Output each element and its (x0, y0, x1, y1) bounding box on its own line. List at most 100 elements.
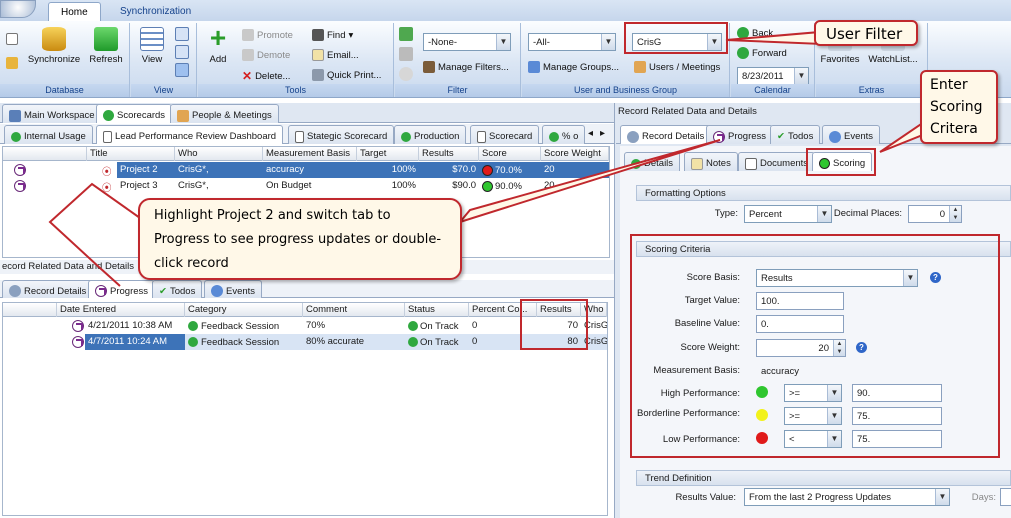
synchronize-button[interactable]: Synchronize (24, 27, 84, 65)
view-button[interactable]: View (135, 27, 169, 65)
back-button[interactable]: Back (737, 27, 773, 39)
column-header[interactable]: Measurement Basis (263, 147, 357, 161)
column-header[interactable]: Score Weight (541, 147, 609, 161)
new-icon[interactable] (6, 33, 18, 45)
user-icon (634, 61, 646, 73)
add-button[interactable]: + Add (202, 24, 234, 66)
tab-percent[interactable]: % o (542, 125, 586, 144)
status-green-icon (408, 337, 418, 347)
cell-results: $90.0 (452, 180, 476, 191)
filter-icon (423, 61, 435, 73)
target-icon: ⦿ (102, 167, 112, 178)
manage-filters-button[interactable]: Manage Filters... (423, 61, 509, 73)
tab-todos[interactable]: ✔ Todos (770, 125, 821, 144)
grid-header: Date Entered Category Comment Status Per… (3, 303, 607, 317)
formatting-section-title: Formatting Options (636, 185, 1011, 201)
tab-events[interactable]: Events (204, 280, 263, 298)
filter-clear-icon[interactable] (399, 47, 413, 61)
calendar-view-icon[interactable] (175, 27, 189, 41)
cell-status: On Track (405, 318, 469, 334)
tab-record-details[interactable]: Record Details (2, 280, 94, 298)
chevron-down-icon: ▼ (601, 34, 615, 50)
database-icon (42, 27, 66, 51)
list-view-icon[interactable] (175, 45, 189, 59)
tab-record-details[interactable]: Record Details (620, 125, 712, 144)
tab-main-workspace[interactable]: Main Workspace (2, 104, 102, 123)
email-icon (312, 49, 324, 61)
chevron-down-icon: ▼ (935, 489, 949, 505)
results-value-combo[interactable]: From the last 2 Progress Updates ▼ (744, 488, 950, 506)
table-row[interactable]: 4/21/2011 10:38 AM Feedback Session 70% … (3, 318, 607, 334)
cell-score: 70.0% (479, 162, 541, 178)
tab-internal-usage[interactable]: Internal Usage (4, 125, 93, 144)
tab-progress[interactable]: Progress (706, 125, 774, 144)
users-meetings-button[interactable]: Users / Meetings (634, 61, 720, 73)
group-label: Extras (816, 84, 927, 97)
tab-events[interactable]: Events (822, 125, 881, 144)
ribbon-tab-synchronization[interactable]: Synchronization (108, 2, 203, 22)
subtab-notes[interactable]: Notes (684, 152, 738, 171)
tab-production[interactable]: Production (394, 125, 467, 144)
column-header[interactable]: Date Entered (57, 303, 185, 317)
target-icon: ⦿ (102, 183, 112, 194)
manage-groups-button[interactable]: Manage Groups... (528, 61, 619, 73)
table-row[interactable]: ⦿ Project 2 CrisG*, accuracy 100% $70.0 … (3, 162, 609, 178)
quick-print-button[interactable]: Quick Print... (312, 69, 381, 81)
delete-icon: ✕ (242, 69, 253, 83)
column-header[interactable]: Who (175, 147, 263, 161)
days-field[interactable] (1000, 488, 1011, 506)
table-row[interactable]: 4/7/2011 10:24 AM Feedback Session 80% a… (3, 334, 607, 350)
filter-add-icon[interactable] (399, 27, 413, 41)
people-icon (177, 109, 189, 122)
subtab-documents[interactable]: Documents (738, 152, 816, 171)
tab-scorecards[interactable]: Scorecards (96, 104, 173, 123)
cell-title: Project 2 (117, 162, 175, 178)
demote-button[interactable]: Demote (242, 49, 290, 61)
column-header[interactable]: Target (357, 147, 419, 161)
group-label: View (131, 84, 196, 97)
cell-weight: 20 (544, 180, 555, 191)
tab-todos[interactable]: ✔ Todos (152, 280, 203, 298)
cell-status: On Track (405, 334, 469, 350)
refresh-button[interactable]: Refresh (86, 27, 126, 65)
column-header[interactable]: Results (419, 147, 479, 161)
printer-icon (312, 69, 324, 81)
tab-people-meetings[interactable]: People & Meetings (170, 104, 279, 123)
subtab-details[interactable]: Details (624, 152, 681, 171)
score-status-red-icon (482, 164, 493, 176)
column-header[interactable]: Score (479, 147, 541, 161)
open-folder-icon[interactable] (6, 57, 18, 69)
tab-scroll-right-icon[interactable]: ▸ (600, 128, 605, 139)
contact-view-icon[interactable] (175, 63, 189, 77)
category-icon (188, 337, 198, 347)
column-header[interactable]: Status (405, 303, 469, 317)
table-row[interactable]: ⦿ Project 3 CrisG*, On Budget 100% $90.0… (3, 178, 609, 194)
cell-target: 100% (391, 180, 416, 191)
promote-icon (242, 29, 254, 41)
forward-button[interactable]: Forward (737, 47, 787, 59)
type-combo[interactable]: Percent ▼ (744, 205, 832, 223)
filter-options-icon[interactable] (399, 67, 413, 81)
filter-combo[interactable]: -None- ▼ (423, 33, 511, 51)
scorecard-icon (401, 131, 411, 142)
grid-header: Title Who Measurement Basis Target Resul… (3, 147, 609, 161)
tab-scorecard[interactable]: Scorecard (470, 125, 540, 144)
type-label: Type: (714, 208, 738, 219)
tab-lead-performance[interactable]: Lead Performance Review Dashboard (96, 125, 284, 144)
group-label: Filter (395, 84, 520, 97)
decimal-places-stepper[interactable]: 0 ▲ ▼ (908, 205, 962, 223)
business-group-combo[interactable]: -All- ▼ (528, 33, 616, 51)
date-picker[interactable]: 8/23/2011 ▼ (737, 67, 809, 85)
email-button[interactable]: Email... (312, 49, 359, 61)
tab-scroll-left-icon[interactable]: ◂ (588, 128, 593, 139)
tab-strategic-scorecard[interactable]: Stategic Scorecard (288, 125, 395, 144)
column-header[interactable]: Category (185, 303, 303, 317)
column-header[interactable]: Comment (303, 303, 405, 317)
ribbon-tab-home[interactable]: Home (48, 2, 101, 22)
delete-button[interactable]: ✕ Delete... (242, 69, 290, 83)
tab-progress[interactable]: Progress (88, 280, 156, 298)
group-filter: -None- ▼ Manage Filters... Filter (395, 23, 521, 97)
promote-button[interactable]: Promote (242, 29, 293, 41)
column-header[interactable]: Title (87, 147, 175, 161)
find-button[interactable]: Find ▾ (312, 29, 353, 41)
